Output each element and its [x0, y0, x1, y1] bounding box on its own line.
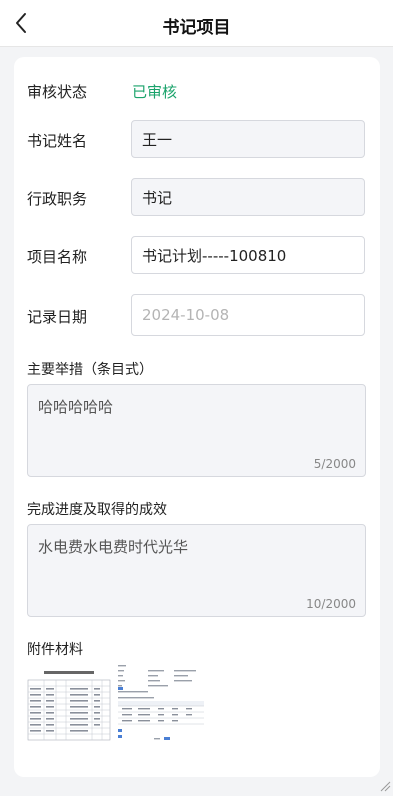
top-nav-bar: 书记项目: [0, 0, 393, 47]
project-name-field[interactable]: [131, 236, 365, 274]
measures-text: 哈哈哈哈哈: [38, 398, 114, 416]
resize-grip-icon: [379, 777, 391, 792]
record-date-field[interactable]: [131, 294, 365, 336]
progress-title: 完成进度及取得的成效: [27, 502, 167, 518]
measures-char-count: 5/2000: [313, 457, 356, 471]
status-label: 审核状态: [27, 83, 88, 101]
progress-char-count: 10/2000: [306, 597, 356, 611]
attachment-form-thumbnail[interactable]: [116, 663, 206, 743]
attachment-spreadsheet-thumbnail[interactable]: [26, 663, 112, 743]
secretary-name-label: 书记姓名: [27, 132, 88, 150]
status-value: 已审核: [132, 83, 178, 101]
attachments-title: 附件材料: [27, 642, 83, 658]
position-field: [131, 178, 365, 216]
page-title: 书记项目: [162, 18, 231, 38]
project-name-label: 项目名称: [27, 248, 88, 266]
form-card: 审核状态 已审核 书记姓名 行政职务 项目名称 记录日期 主要举措（条目式） 哈…: [14, 57, 380, 777]
secretary-name-field: [131, 120, 365, 158]
measures-title: 主要举措（条目式）: [27, 362, 153, 378]
record-date-label: 记录日期: [27, 308, 88, 326]
position-label: 行政职务: [27, 190, 88, 208]
progress-textarea[interactable]: 水电费水电费时代光华 10/2000: [27, 524, 366, 617]
measures-textarea[interactable]: 哈哈哈哈哈 5/2000: [27, 384, 366, 477]
progress-text: 水电费水电费时代光华: [38, 538, 189, 556]
